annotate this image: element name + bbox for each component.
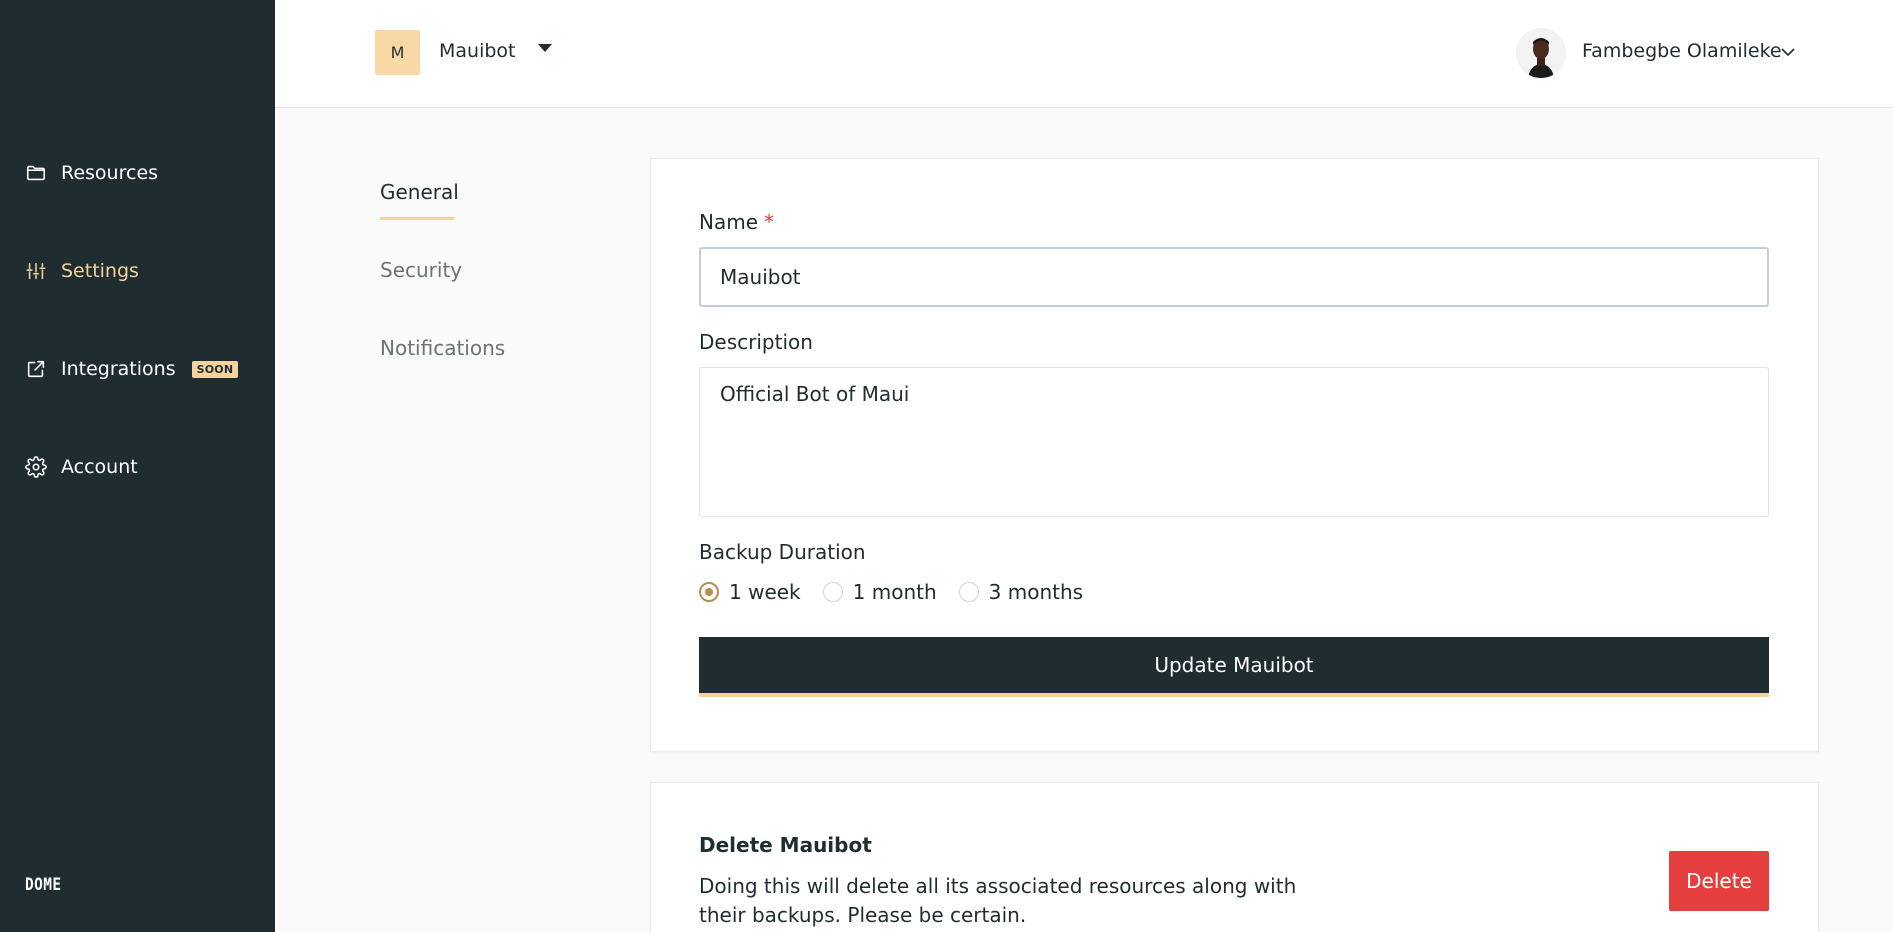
tab-general[interactable]: General [380, 180, 459, 204]
name-label-text: Name [699, 210, 759, 234]
active-tab-indicator [380, 217, 454, 220]
backup-duration-label: Backup Duration [699, 540, 866, 564]
backup-option-3-months[interactable]: 3 months [958, 580, 1084, 604]
sidebar-item-resources[interactable]: Resources [25, 162, 158, 184]
folder-icon [26, 165, 46, 181]
name-input[interactable] [699, 247, 1769, 307]
sliders-icon [26, 262, 46, 280]
update-button[interactable]: Update Mauibot [699, 637, 1769, 697]
name-label: Name * [699, 210, 774, 234]
top-bar: M Mauibot Fambegbe Olamileke [275, 0, 1893, 108]
soon-badge: SOON [191, 360, 239, 378]
backup-option-1-month[interactable]: 1 month [822, 580, 937, 604]
sidebar-item-integrations[interactable]: Integrations SOON [25, 358, 239, 380]
sidebar-item-settings[interactable]: Settings [25, 260, 139, 282]
backup-duration-radio-group: 1 week 1 month 3 months [699, 580, 1105, 604]
sidebar-item-account[interactable]: Account [25, 456, 138, 478]
sidebar-item-label: Integrations [61, 358, 176, 380]
danger-description: Doing this will delete all its associate… [699, 874, 1297, 927]
sidebar: Resources Settings Integrations SOON Acc… [0, 0, 275, 932]
sidebar-item-label: Settings [61, 260, 139, 282]
sidebar-item-label: Account [61, 456, 138, 478]
radio-label: 1 week [729, 580, 801, 604]
org-avatar[interactable]: M [375, 30, 420, 75]
gear-icon [25, 456, 47, 478]
avatar-image [1516, 28, 1566, 78]
description-label: Description [699, 330, 813, 354]
sidebar-item-label: Resources [61, 162, 159, 184]
description-textarea[interactable]: Official Bot of Maui [699, 367, 1769, 517]
chevron-down-icon[interactable] [1780, 44, 1796, 60]
external-link-icon [27, 360, 45, 378]
delete-button[interactable]: Delete [1669, 851, 1769, 911]
org-name[interactable]: Mauibot [439, 40, 516, 62]
danger-title: Delete Mauibot [699, 833, 872, 857]
radio-checked-icon[interactable] [699, 582, 719, 602]
required-mark: * [764, 210, 775, 234]
user-name[interactable]: Fambegbe Olamileke [1582, 40, 1782, 62]
radio-label: 1 month [852, 580, 937, 604]
tab-notifications[interactable]: Notifications [380, 336, 505, 360]
radio-label: 3 months [988, 580, 1084, 604]
tab-security[interactable]: Security [380, 258, 462, 282]
backup-option-1-week[interactable]: 1 week [699, 580, 801, 604]
caret-down-icon[interactable] [538, 44, 552, 52]
radio-unchecked-icon[interactable] [822, 582, 843, 602]
user-avatar[interactable] [1516, 28, 1566, 78]
radio-unchecked-icon[interactable] [958, 582, 979, 602]
brand-logo: DOME [25, 875, 62, 895]
